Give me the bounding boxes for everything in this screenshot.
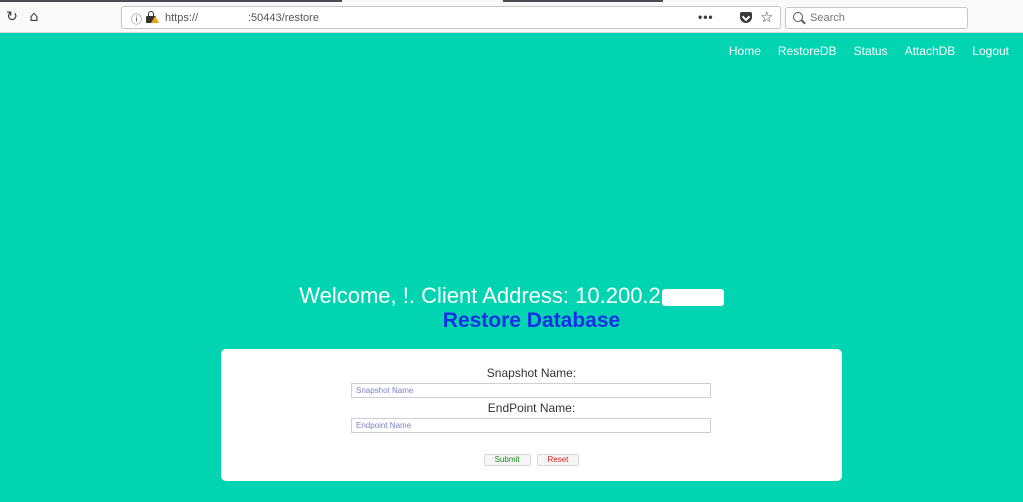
- submit-button[interactable]: Submit: [483, 454, 531, 466]
- search-input[interactable]: [810, 12, 960, 24]
- welcome-text: Welcome, !. Client Address: 10.200.2: [299, 283, 661, 308]
- nav-restoredb[interactable]: RestoreDB: [778, 44, 837, 58]
- url-text-prefix: https://: [165, 12, 199, 24]
- tab-strip-line: [503, 0, 663, 2]
- nav-home[interactable]: Home: [729, 44, 761, 58]
- form-actions: Submit Reset: [221, 454, 842, 466]
- page-actions-icon[interactable]: •••: [698, 10, 714, 24]
- bookmark-star-icon[interactable]: ☆: [760, 8, 773, 26]
- snapshot-name-input[interactable]: [351, 383, 711, 398]
- search-icon: [793, 12, 803, 22]
- page-title: Restore Database: [442, 309, 621, 332]
- browser-toolbar: ↻ ⌂ ⓘ https:// :50443/restore ••• ☆: [0, 0, 1023, 33]
- pocket-icon[interactable]: [740, 12, 752, 23]
- top-navbar: Home RestoreDB Status AttachDB Logout: [729, 44, 1009, 58]
- info-icon[interactable]: ⓘ: [131, 11, 142, 27]
- reset-button[interactable]: Reset: [536, 454, 580, 466]
- restore-form: Snapshot Name: EndPoint Name: Submit Res…: [221, 349, 842, 481]
- reload-icon[interactable]: ↻: [4, 9, 20, 25]
- address-redaction: [661, 288, 724, 306]
- nav-status[interactable]: Status: [854, 44, 888, 58]
- url-redaction: [199, 10, 244, 25]
- nav-logout[interactable]: Logout: [972, 44, 1009, 58]
- nav-attachdb[interactable]: AttachDB: [905, 44, 956, 58]
- browser-search-bar[interactable]: [785, 7, 968, 29]
- url-text-path: :50443/restore: [248, 12, 319, 24]
- insecure-lock-icon[interactable]: [146, 11, 159, 23]
- welcome-message: Welcome, !. Client Address: 10.200.2: [0, 283, 1023, 309]
- home-icon[interactable]: ⌂: [26, 9, 42, 25]
- address-bar[interactable]: ⓘ https:// :50443/restore ••• ☆: [121, 6, 781, 29]
- endpoint-name-label: EndPoint Name:: [487, 401, 576, 415]
- endpoint-name-input[interactable]: [351, 418, 711, 433]
- tab-strip-line: [0, 0, 342, 2]
- snapshot-name-label: Snapshot Name:: [486, 366, 577, 380]
